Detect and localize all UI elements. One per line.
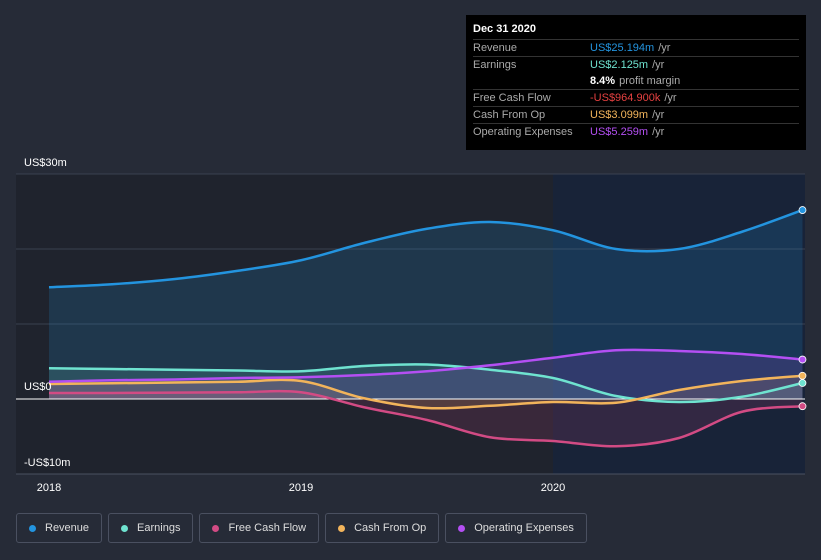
legend-label: Operating Expenses (474, 522, 574, 534)
tooltip-label: Revenue (473, 42, 518, 54)
legend: Revenue Earnings Free Cash Flow Cash From O… (16, 513, 587, 543)
tooltip-value: 8.4% (590, 75, 616, 87)
legend-item-earnings[interactable]: Earnings (108, 513, 194, 543)
legend-item-operating-expenses[interactable]: Operating Expenses (445, 513, 587, 543)
legend-dot-icon (338, 524, 346, 532)
tooltip: Dec 31 2020 Revenue US$25.194m/yr Earnings… (466, 15, 806, 150)
tooltip-row: Free Cash Flow -US$964.900k/yr (473, 89, 799, 106)
operating-expenses-end-point (798, 355, 807, 364)
free-cash-flow-end-point (798, 402, 807, 411)
tooltip-row: Revenue US$25.194m/yr (473, 39, 799, 56)
tooltip-unit: /yr (652, 59, 665, 71)
tooltip-value: US$2.125m (590, 59, 649, 71)
x-tick-label: 2020 (541, 482, 565, 494)
tooltip-value: US$5.259m (590, 126, 649, 138)
tooltip-row: 8.4% profit margin (473, 73, 799, 89)
legend-dot-icon (29, 524, 36, 532)
legend-dot-icon (121, 524, 129, 532)
tooltip-label: Cash From Op (473, 109, 546, 121)
legend-label: Revenue (45, 522, 90, 534)
x-tick-label: 2018 (37, 482, 61, 494)
tooltip-value: US$25.194m (590, 42, 655, 54)
tooltip-value: US$3.099m (590, 109, 649, 121)
tooltip-unit: /yr (658, 42, 671, 54)
tooltip-value: -US$964.900k (590, 92, 661, 104)
tooltip-label: Free Cash Flow (473, 92, 551, 104)
legend-item-revenue[interactable]: Revenue (16, 513, 103, 543)
tooltip-row: Cash From Op US$3.099m/yr (473, 106, 799, 123)
legend-label: Earnings (137, 522, 181, 534)
tooltip-unit: /yr (652, 109, 665, 121)
tooltip-label (473, 73, 590, 89)
tooltip-unit: profit margin (619, 75, 681, 87)
revenue-end-point (798, 206, 807, 214)
tooltip-unit: /yr (652, 126, 665, 138)
tooltip-label: Operating Expenses (473, 126, 573, 138)
x-tick-label: 2019 (289, 482, 313, 494)
tooltip-label: Earnings (473, 59, 517, 71)
tooltip-row: Earnings US$2.125m/yr (473, 56, 799, 73)
cash-from-op-end-point (798, 371, 807, 380)
legend-dot-icon (458, 524, 466, 532)
tooltip-unit: /yr (664, 92, 677, 104)
earnings-end-point (798, 379, 807, 387)
legend-dot-icon (212, 524, 220, 532)
y-tick-label: US$0 (24, 381, 52, 393)
legend-item-free-cash-flow[interactable]: Free Cash Flow (199, 513, 320, 543)
legend-item-cash-from-op[interactable]: Cash From Op (325, 513, 440, 543)
legend-label: Cash From Op (354, 522, 427, 534)
y-tick-label: US$30m (24, 157, 67, 169)
legend-label: Free Cash Flow (228, 522, 307, 534)
tooltip-row: Operating Expenses US$5.259m/yr (473, 123, 799, 140)
y-tick-label: -US$10m (24, 457, 70, 469)
tooltip-date: Dec 31 2020 (473, 23, 536, 35)
